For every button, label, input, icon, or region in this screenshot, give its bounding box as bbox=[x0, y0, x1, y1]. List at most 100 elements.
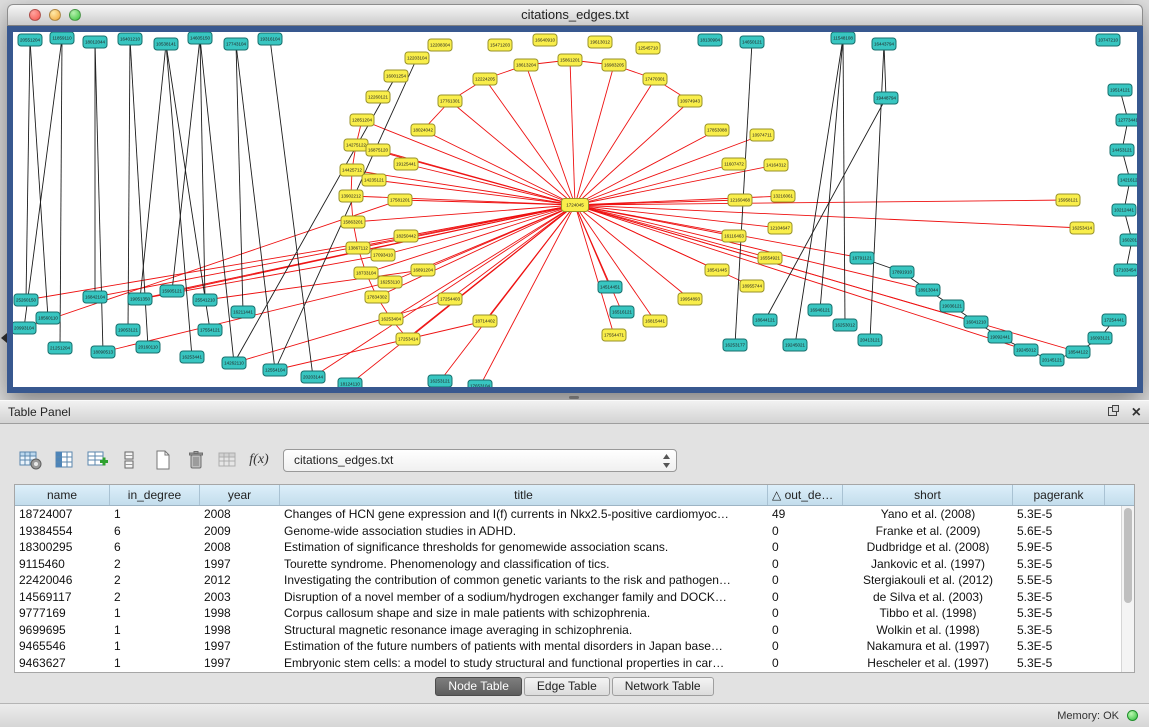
network-edge[interactable] bbox=[575, 205, 928, 290]
column-header-short[interactable]: short bbox=[843, 485, 1013, 505]
network-edge[interactable] bbox=[570, 60, 575, 205]
network-edge[interactable] bbox=[26, 40, 30, 300]
network-node[interactable]: 16001254 bbox=[384, 70, 408, 82]
network-node[interactable]: 10538141 bbox=[154, 38, 178, 50]
network-node[interactable]: 12224205 bbox=[473, 73, 497, 85]
network-node[interactable]: 20145121 bbox=[1040, 354, 1064, 366]
new-table-icon[interactable] bbox=[150, 447, 176, 473]
table-row[interactable]: 969969511998Structural magnetic resonanc… bbox=[15, 622, 1134, 639]
network-edge[interactable] bbox=[95, 42, 103, 352]
network-node[interactable]: 17581201 bbox=[388, 194, 412, 206]
network-node[interactable]: 19245021 bbox=[783, 339, 807, 351]
network-node[interactable]: 19245012 bbox=[1014, 344, 1038, 356]
network-edge[interactable] bbox=[236, 44, 243, 312]
network-node[interactable]: 16253177 bbox=[723, 339, 747, 351]
network-node[interactable]: 18090513 bbox=[91, 346, 115, 358]
network-node[interactable]: 12160468 bbox=[728, 194, 752, 206]
network-node[interactable]: 18541445 bbox=[705, 264, 729, 276]
network-edge[interactable] bbox=[575, 205, 862, 258]
network-node[interactable]: 16211441 bbox=[231, 306, 255, 318]
network-edge[interactable] bbox=[575, 205, 1026, 350]
column-header-in_degree[interactable]: in_degree bbox=[110, 485, 200, 505]
network-edge[interactable] bbox=[128, 39, 130, 330]
network-node[interactable]: 12260121 bbox=[366, 91, 390, 103]
network-node[interactable]: 15905121 bbox=[160, 285, 184, 297]
network-edge[interactable] bbox=[30, 40, 48, 318]
network-edge[interactable] bbox=[820, 38, 843, 310]
network-edge[interactable] bbox=[236, 44, 275, 370]
table-row[interactable]: 911546021997Tourette syndrome. Phenomeno… bbox=[15, 556, 1134, 573]
row-tool-icon[interactable] bbox=[116, 447, 142, 473]
network-node[interactable]: 12104647 bbox=[768, 222, 792, 234]
network-node[interactable]: 16554921 bbox=[758, 252, 782, 264]
network-node[interactable]: 25541210 bbox=[193, 294, 217, 306]
network-node[interactable]: 16516121 bbox=[610, 306, 634, 318]
network-edge[interactable] bbox=[575, 205, 614, 335]
network-node[interactable]: 16640910 bbox=[533, 34, 557, 46]
close-window-button[interactable] bbox=[29, 9, 41, 21]
delete-table-icon[interactable] bbox=[183, 447, 209, 473]
network-edge[interactable] bbox=[480, 205, 575, 386]
network-node[interactable]: 16791121 bbox=[850, 252, 874, 264]
network-node[interactable]: 10747210 bbox=[1096, 34, 1120, 46]
table-row[interactable]: 1938455462009Genome-wide association stu… bbox=[15, 523, 1134, 540]
network-node[interactable]: 18130904 bbox=[698, 34, 722, 46]
network-node[interactable]: 12851204 bbox=[350, 114, 374, 126]
column-header-year[interactable]: year bbox=[200, 485, 280, 505]
column-header-title[interactable]: title bbox=[280, 485, 768, 505]
network-node[interactable]: 19448794 bbox=[874, 92, 898, 104]
network-node[interactable]: 14262110 bbox=[222, 357, 246, 369]
network-node[interactable]: 20203144 bbox=[301, 371, 325, 383]
network-node[interactable]: 19613012 bbox=[588, 36, 612, 48]
table-row[interactable]: 1456911722003Disruption of a novel membe… bbox=[15, 589, 1134, 606]
network-node[interactable]: 15863201 bbox=[341, 216, 365, 228]
network-node[interactable]: 18124110 bbox=[338, 378, 362, 387]
network-edge[interactable] bbox=[575, 205, 1078, 352]
network-node[interactable]: 17093410 bbox=[371, 249, 395, 261]
network-edge[interactable] bbox=[140, 44, 166, 299]
tab-edge-table[interactable]: Edge Table bbox=[524, 677, 610, 696]
network-node[interactable]: 12208304 bbox=[428, 39, 452, 51]
table-row[interactable]: 2242004622012Investigating the contribut… bbox=[15, 572, 1134, 589]
network-node[interactable]: 16443794 bbox=[872, 38, 896, 50]
network-node[interactable]: 18644121 bbox=[753, 314, 777, 326]
network-node[interactable]: 17743104 bbox=[224, 38, 248, 50]
network-edge[interactable] bbox=[575, 79, 655, 205]
network-node[interactable]: 10974943 bbox=[678, 95, 702, 107]
network-node[interactable]: 18012044 bbox=[83, 36, 107, 48]
network-node[interactable]: 13867112 bbox=[346, 242, 370, 254]
network-node[interactable]: 20993104 bbox=[13, 322, 36, 334]
network-node[interactable]: 11607472 bbox=[722, 158, 746, 170]
network-node[interactable]: 19954893 bbox=[678, 293, 702, 305]
network-node[interactable]: 16253414 bbox=[1070, 222, 1094, 234]
network-edge[interactable] bbox=[765, 98, 886, 320]
network-node[interactable]: 18024042 bbox=[411, 124, 435, 136]
network-node[interactable]: 19092441 bbox=[988, 331, 1012, 343]
network-node[interactable]: 16041210 bbox=[964, 316, 988, 328]
network-node[interactable]: 14425712 bbox=[340, 164, 364, 176]
network-node[interactable]: 14514451 bbox=[598, 281, 622, 293]
network-node[interactable]: 20551204 bbox=[18, 34, 42, 46]
column-header-name[interactable]: name bbox=[15, 485, 110, 505]
create-column-icon[interactable] bbox=[85, 447, 111, 473]
network-node[interactable]: 11548108 bbox=[831, 32, 855, 44]
network-node[interactable]: 16093121 bbox=[1088, 332, 1112, 344]
network-node[interactable]: 18250442 bbox=[394, 230, 418, 242]
network-node[interactable]: 17254441 bbox=[1102, 314, 1126, 326]
network-node[interactable]: 13902212 bbox=[339, 190, 363, 202]
network-node[interactable]: 14216121 bbox=[1118, 174, 1137, 186]
minimize-window-button[interactable] bbox=[49, 9, 61, 21]
scrollbar-thumb[interactable] bbox=[1124, 508, 1132, 603]
network-node[interactable]: 14235121 bbox=[362, 174, 386, 186]
network-node[interactable]: 16842104 bbox=[83, 291, 107, 303]
tab-network-table[interactable]: Network Table bbox=[612, 677, 714, 696]
network-node[interactable]: 16253110 bbox=[378, 276, 402, 288]
network-node[interactable]: 18560110 bbox=[36, 312, 60, 324]
network-edge[interactable] bbox=[870, 44, 884, 340]
network-node[interactable]: 12773441 bbox=[1116, 114, 1137, 126]
network-node[interactable]: 17554471 bbox=[602, 329, 626, 341]
close-panel-icon[interactable]: × bbox=[1132, 404, 1141, 422]
network-node[interactable]: 15861201 bbox=[558, 54, 582, 66]
network-node[interactable]: 19316104 bbox=[258, 33, 282, 45]
network-node[interactable]: 16253441 bbox=[180, 351, 204, 363]
